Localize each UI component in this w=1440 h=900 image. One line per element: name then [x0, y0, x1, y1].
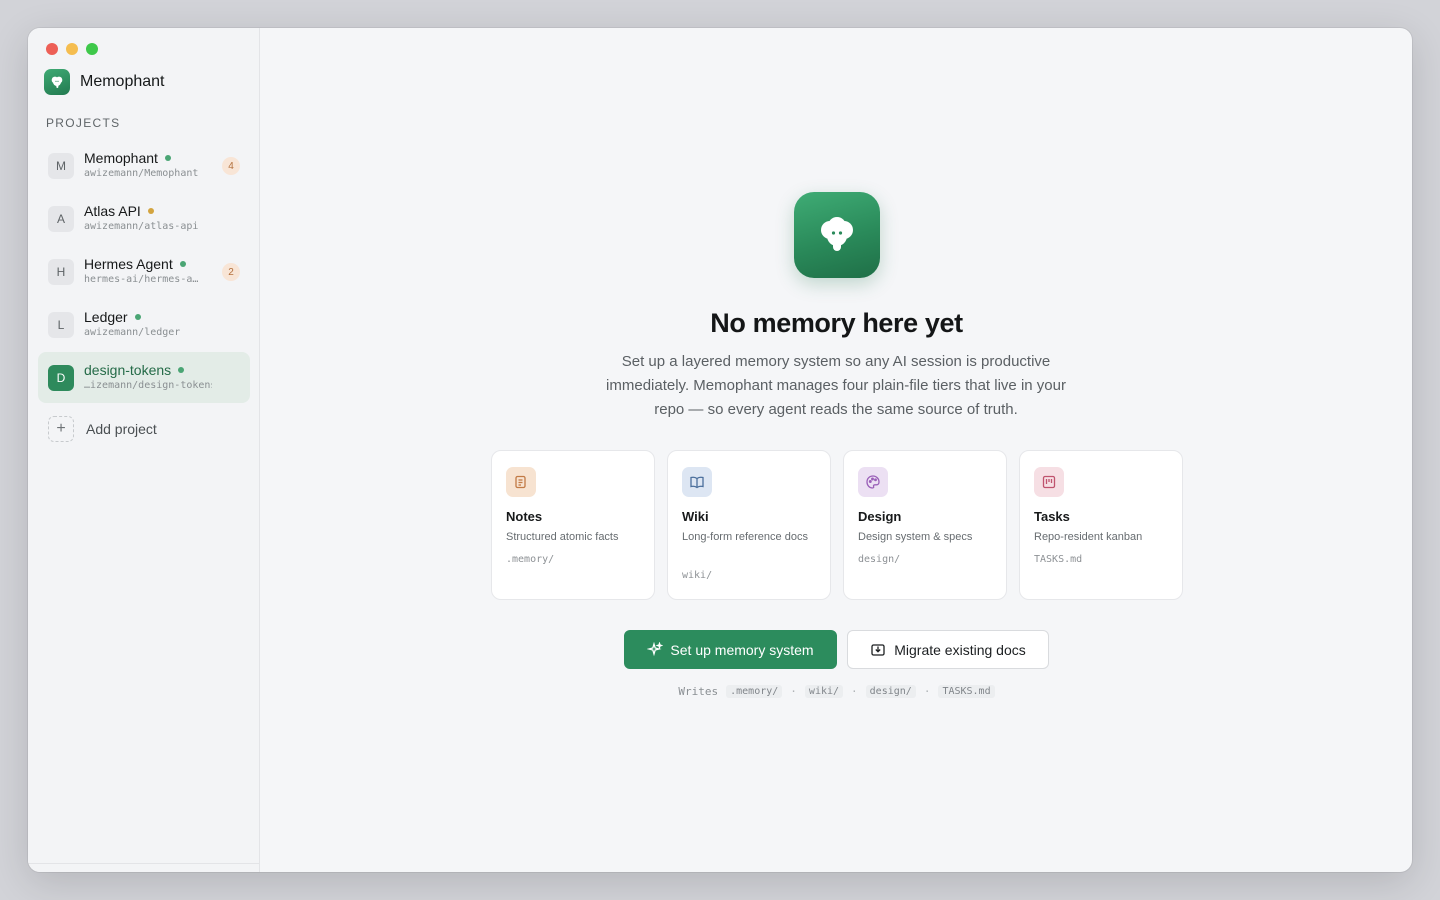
tier-description: Structured atomic facts [506, 531, 619, 543]
window-controls [46, 43, 98, 55]
project-path: hermes-ai/hermes-a… [84, 274, 199, 285]
migrate-docs-button[interactable]: Migrate existing docs [847, 630, 1049, 669]
setup-memory-button[interactable]: Set up memory system [624, 630, 837, 669]
project-avatar: H [48, 259, 74, 285]
tier-description: Long-form reference docs [682, 531, 808, 543]
project-avatar: M [48, 153, 74, 179]
project-avatar: A [48, 206, 74, 232]
memory-tiers: Notes Structured atomic facts .memory/ W… [491, 450, 1183, 600]
separator-dot: · [851, 685, 858, 698]
close-window-button[interactable] [46, 43, 58, 55]
zoom-window-button[interactable] [86, 43, 98, 55]
project-item-atlas-api[interactable]: A Atlas API awizemann/atlas-api [38, 193, 250, 244]
palette-icon [858, 467, 888, 497]
minimize-window-button[interactable] [66, 43, 78, 55]
app-window: Memophant PROJECTS M Memophant awizemann… [28, 28, 1412, 872]
writes-summary: Writes .memory/ · wiki/ · design/ · TASK… [261, 685, 1412, 698]
app-brand: Memophant [44, 69, 165, 95]
tier-path: TASKS.md [1034, 554, 1083, 565]
status-dot [178, 367, 185, 373]
main-content: No memory here yet Set up a layered memo… [261, 28, 1412, 872]
memophant-logo-icon [44, 69, 70, 95]
projects-section-label: PROJECTS [46, 116, 121, 130]
tier-title: Notes [506, 509, 543, 524]
project-name: Memophant [84, 150, 158, 166]
project-name: Hermes Agent [84, 256, 173, 272]
notes-icon [506, 467, 536, 497]
project-avatar: L [48, 312, 74, 338]
tier-card-design: Design Design system & specs design/ [843, 450, 1007, 600]
status-dot [179, 261, 186, 267]
separator-dot: · [923, 685, 931, 698]
kanban-icon [1034, 467, 1064, 497]
writes-label: Writes [678, 685, 719, 698]
status-dot [147, 208, 154, 214]
sparkle-icon [647, 641, 664, 656]
project-path: awizemann/ledger [84, 327, 181, 338]
tier-path: .memory/ [506, 554, 555, 565]
writes-path-chip: design/ [865, 685, 916, 698]
migrate-docs-label: Migrate existing docs [894, 641, 1026, 658]
task-count-badge: 4 [222, 157, 240, 175]
app-name: Memophant [80, 73, 165, 90]
project-name: design-tokens [84, 362, 172, 378]
writes-path-chip: wiki/ [804, 685, 844, 698]
add-project-button[interactable]: + Add project [38, 412, 250, 446]
page-title: No memory here yet [710, 308, 963, 338]
separator-dot: · [790, 685, 797, 698]
tier-title: Wiki [682, 509, 709, 524]
project-item-memophant[interactable]: M Memophant awizemann/Memophant 4 [38, 140, 250, 191]
tier-path: wiki/ [682, 570, 713, 581]
project-name: Atlas API [84, 203, 141, 219]
project-item-ledger[interactable]: L Ledger awizemann/ledger [38, 299, 250, 350]
plus-icon: + [48, 416, 74, 442]
sidebar: Memophant PROJECTS M Memophant awizemann… [28, 28, 260, 872]
status-dot [134, 314, 141, 320]
memophant-hero-icon [794, 192, 880, 278]
project-item-hermes-agent[interactable]: H Hermes Agent hermes-ai/hermes-a… 2 [38, 246, 250, 297]
tier-title: Design [858, 509, 902, 524]
tier-card-wiki: Wiki Long-form reference docs wiki/ [667, 450, 831, 600]
project-path: …izemann/design-tokens [84, 380, 212, 391]
project-name: Ledger [84, 309, 128, 325]
tier-description: Repo-resident kanban [1034, 531, 1143, 543]
project-path: awizemann/Memophant [84, 168, 199, 179]
import-icon [871, 643, 885, 656]
add-project-label: Add project [86, 421, 157, 437]
book-icon [682, 467, 712, 497]
setup-memory-label: Set up memory system [670, 641, 814, 658]
writes-path-chip: TASKS.md [938, 685, 995, 698]
project-item-design-tokens[interactable]: D design-tokens …izemann/design-tokens [38, 352, 250, 403]
project-avatar: D [48, 365, 74, 391]
task-count-badge: 2 [222, 263, 240, 281]
tier-card-tasks: Tasks Repo-resident kanban TASKS.md [1019, 450, 1183, 600]
project-list: M Memophant awizemann/Memophant 4 A Atla… [38, 140, 250, 405]
project-path: awizemann/atlas-api [84, 221, 199, 232]
tier-path: design/ [858, 554, 901, 565]
page-subtitle: Set up a layered memory system so any AI… [606, 353, 1066, 418]
sidebar-divider [28, 863, 260, 864]
status-dot [164, 155, 171, 161]
tier-card-notes: Notes Structured atomic facts .memory/ [491, 450, 655, 600]
tier-title: Tasks [1034, 509, 1070, 524]
tier-description: Design system & specs [858, 531, 973, 543]
writes-path-chip: .memory/ [726, 685, 783, 698]
